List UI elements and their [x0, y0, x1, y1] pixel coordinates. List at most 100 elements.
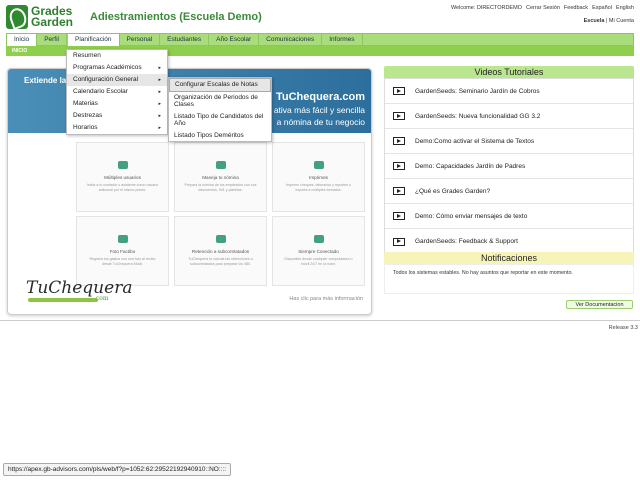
video-item[interactable]: Demo: Capacidades Jardín de Padres: [385, 154, 633, 179]
menu-item-configuracion[interactable]: Configuración General ▸: [67, 74, 167, 86]
feature-desc: Invita a tu contador o asistente como us…: [86, 183, 159, 192]
chevron-right-icon: ▸: [158, 101, 161, 107]
nav-estudiantes[interactable]: Estudiantes: [160, 34, 210, 46]
welcome-text: Welcome: DIRECTORDEMO: [450, 5, 522, 11]
play-icon: [393, 162, 405, 170]
tuchequera-logo-text: TuChequera: [26, 278, 133, 298]
logout-link[interactable]: Cerrar Sesión: [526, 5, 560, 11]
nav-personal[interactable]: Personal: [120, 34, 161, 46]
menu-item-label: Resumen: [73, 52, 101, 59]
feature-card: Imprimes Imprime cheques, talonarios y r…: [272, 142, 365, 212]
spanish-link[interactable]: Español: [592, 5, 612, 11]
feature-desc: Disponible desde cualquier computadora o…: [284, 257, 353, 266]
video-label: GardenSeeds: Feedback & Support: [415, 238, 518, 245]
documentation-button[interactable]: Ver Documentacion: [566, 300, 633, 309]
nav-ano-escolar[interactable]: Año Escolar: [209, 34, 260, 46]
page: Grades Garden Adiestramientos (Escuela D…: [0, 0, 640, 480]
video-item[interactable]: GardenSeeds: Nueva funcionalidad GG 3.2: [385, 104, 633, 129]
school-links: Escuela | Mi Cuenta: [584, 18, 634, 24]
video-label: GardenSeeds: Nueva funcionalidad GG 3.2: [415, 112, 541, 120]
nav-inicio[interactable]: Inicio: [7, 34, 38, 46]
feature-title: Foto Factibo: [109, 249, 136, 254]
video-label: ¿Qué es Grades Garden?: [415, 187, 491, 195]
videos-title: Videos Tutoriales: [384, 66, 634, 78]
nav-comunicaciones[interactable]: Comunicaciones: [259, 34, 323, 46]
submenu-item-demeritos[interactable]: Listado Tipos Deméritos: [169, 130, 271, 142]
feature-card: Múltiples usuarios Invita a tu contador …: [76, 142, 169, 212]
video-label: GardenSeeds: Seminario Jardín de Cobros: [415, 87, 540, 95]
planificacion-menu: Resumen Programas Académicos ▸ Configurac…: [66, 49, 168, 135]
promo-line2: a nómina de tu negocio: [276, 117, 365, 127]
feature-title: Imprimes: [309, 175, 328, 180]
menu-item-calendario[interactable]: Calendario Escolar ▸: [67, 86, 167, 98]
chevron-right-icon: ▸: [158, 89, 161, 95]
logo-swoosh: [28, 298, 98, 302]
video-item[interactable]: Demo: Cómo enviar mensajes de texto: [385, 204, 633, 229]
school-link[interactable]: Escuela: [584, 18, 605, 24]
nav-planificacion[interactable]: Planificación: [67, 34, 120, 46]
videos-list: GardenSeeds: Seminario Jardín de Cobros …: [384, 78, 634, 255]
feature-card: Maneja tu nómina Prepara la nómina de tu…: [174, 142, 267, 212]
leaf-icon: [6, 5, 28, 29]
feature-desc: Prepara la nómina de tus empleados con s…: [184, 183, 257, 192]
top-links: Welcome: DIRECTORDEMO Cerrar Sesión Feed…: [451, 5, 634, 11]
users-icon: [117, 161, 128, 169]
menu-item-label: Materias: [73, 100, 98, 107]
chevron-right-icon: ▸: [158, 113, 161, 119]
notifications-text: Todos los sistemas estables. No hay asun…: [384, 264, 634, 294]
english-link[interactable]: English: [616, 5, 634, 11]
play-icon: [393, 137, 405, 145]
menu-item-label: Programas Académicos: [73, 64, 142, 71]
breadcrumb-inicio[interactable]: INICIO: [6, 48, 27, 54]
feature-card: Siempre Conectado Disponible desde cualq…: [272, 216, 365, 286]
chevron-right-icon: ▸: [158, 65, 161, 71]
nav-informes[interactable]: Informes: [322, 34, 363, 46]
menu-item-destrezas[interactable]: Destrezas ▸: [67, 110, 167, 122]
release-version: Release 3.3: [608, 325, 638, 331]
feature-desc: Registra tus gastos con una foto al reci…: [89, 257, 156, 266]
footer-divider: [0, 320, 640, 321]
menu-item-label: Destrezas: [73, 112, 103, 119]
video-item[interactable]: Demo:Como activar el Sistema de Textos: [385, 129, 633, 154]
submenu-item-candidatos[interactable]: Listado Tipo de Candidatos del Año: [169, 111, 271, 130]
menu-item-label: Configuración General: [73, 76, 139, 83]
menu-item-horarios[interactable]: Horarios ▸: [67, 122, 167, 134]
feature-card: Foto Factibo Registra tus gastos con una…: [76, 216, 169, 286]
feature-title: Maneja tu nómina: [202, 175, 239, 180]
promo-line1: ativa más fácil y sencilla: [273, 105, 365, 115]
menu-item-label: Horarios: [73, 124, 98, 131]
feature-title: Retención a subcontratados: [191, 249, 250, 254]
video-item[interactable]: GardenSeeds: Seminario Jardín de Cobros: [385, 79, 633, 104]
page-title: Adiestramientos (Escuela Demo): [90, 11, 262, 23]
feedback-link[interactable]: Feedback: [564, 5, 588, 11]
menu-item-materias[interactable]: Materias ▸: [67, 98, 167, 110]
nav-perfil[interactable]: Perfil: [37, 34, 67, 46]
menu-item-resumen[interactable]: Resumen: [67, 50, 167, 62]
feature-card: Retención a subcontratados TuChequera te…: [174, 216, 267, 286]
feature-title: Múltiples usuarios: [104, 175, 141, 180]
camera-icon: [117, 235, 128, 243]
account-link[interactable]: Mi Cuenta: [609, 18, 634, 24]
status-url: https://apex.gb-advisors.com/pls/web/f?p…: [3, 463, 232, 476]
video-item[interactable]: GardenSeeds: Feedback & Support: [385, 229, 633, 254]
cloud-icon: [313, 235, 324, 243]
feature-desc: Imprime cheques, talonarios y reportes o…: [285, 183, 352, 192]
calculator-icon: [215, 235, 226, 243]
menu-item-programas[interactable]: Programas Académicos ▸: [67, 62, 167, 74]
main-nav: Inicio Perfil Planificación Personal Est…: [6, 33, 634, 46]
chevron-right-icon: ▸: [158, 125, 161, 131]
play-icon: [393, 187, 405, 195]
notifications-title: Notificaciones: [384, 252, 634, 264]
menu-item-label: Calendario Escolar: [73, 88, 128, 95]
printer-icon: [313, 161, 324, 169]
submenu-item-escalas[interactable]: Configurar Escalas de Notas: [169, 78, 271, 92]
grades-garden-logo[interactable]: Grades Garden: [6, 5, 73, 29]
video-label: Demo: Capacidades Jardín de Padres: [415, 162, 526, 170]
video-label: Demo:Como activar el Sistema de Textos: [415, 137, 535, 145]
feature-title: Siempre Conectado: [298, 249, 339, 254]
more-info-link[interactable]: Has clic para más información: [289, 296, 363, 302]
submenu-item-periodos[interactable]: Organización de Periodos de Clases: [169, 92, 271, 111]
video-label: Demo: Cómo enviar mensajes de texto: [415, 212, 528, 220]
video-item[interactable]: ¿Qué es Grades Garden?: [385, 179, 633, 204]
configuracion-submenu: Configurar Escalas de Notas Organización…: [168, 77, 272, 142]
